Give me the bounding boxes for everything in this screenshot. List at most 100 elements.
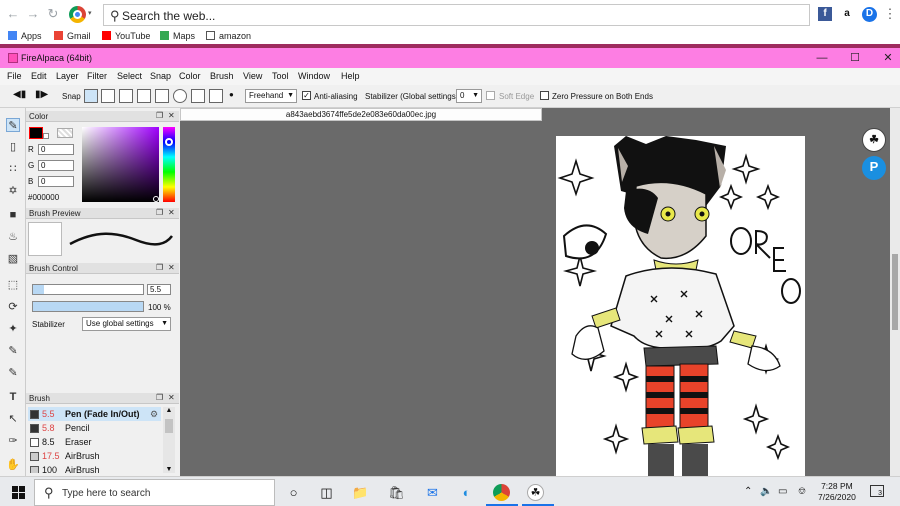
b-input[interactable]: 0 — [38, 176, 74, 187]
menu-view[interactable]: View — [243, 71, 262, 81]
soft-edge-checkbox[interactable] — [486, 91, 495, 100]
bookmark-maps[interactable]: Maps — [160, 31, 195, 41]
mode-select[interactable]: Freehand ▼ — [245, 89, 297, 103]
snap-radial-icon[interactable] — [155, 89, 169, 103]
browser-menu-icon[interactable]: ⋮ — [883, 7, 897, 21]
fill-rect-tool-icon[interactable]: ■ — [6, 208, 20, 222]
saturation-value-picker[interactable] — [82, 127, 159, 202]
bookmark-gmail[interactable]: Gmail — [54, 31, 91, 41]
network-icon[interactable]: ⎊ — [798, 486, 806, 497]
gradient-tool-icon[interactable]: ▧ — [6, 252, 20, 266]
snap-perspective-icon[interactable] — [137, 89, 151, 103]
select-eraser-tool-icon[interactable]: ✎ — [6, 366, 20, 380]
transparent-color-swatch[interactable] — [57, 128, 73, 138]
mail-icon[interactable]: ✉ — [424, 484, 441, 501]
eyedropper-tool-icon[interactable]: ✑ — [6, 434, 20, 448]
brush-list-scrollbar[interactable]: ▲ ▼ — [163, 407, 175, 473]
drawing-canvas[interactable] — [556, 136, 805, 476]
menu-layer[interactable]: Layer — [56, 71, 79, 81]
brush-item[interactable]: 100 AirBrush — [28, 463, 161, 473]
notification-center-icon[interactable]: 3 — [870, 485, 884, 497]
windows-start-icon[interactable] — [12, 486, 25, 499]
canvas-area[interactable]: a843aebd3674ffe5de2e083e60da00ec.jpg ☘ P — [180, 108, 900, 476]
panel-restore-icon[interactable]: ❐ — [156, 111, 163, 120]
brush-stabilizer-select[interactable]: Use global settings ▼ — [82, 317, 171, 331]
magic-wand-tool-icon[interactable]: ✦ — [6, 322, 20, 336]
edge-browser-icon[interactable]: ◐ — [458, 484, 475, 501]
move-tool-icon[interactable]: ✡ — [6, 184, 20, 198]
brush-opacity-slider[interactable] — [32, 301, 144, 312]
bookmark-apps[interactable]: Apps — [8, 31, 42, 41]
chrome-taskbar-icon[interactable] — [493, 484, 510, 501]
g-input[interactable]: 0 — [38, 160, 74, 171]
lasso-tool-icon[interactable]: ⟳ — [6, 300, 20, 314]
menu-brush[interactable]: Brush — [210, 71, 234, 81]
panel-restore-icon[interactable]: ❐ — [156, 263, 163, 272]
next-icon[interactable]: ▮▶ — [35, 89, 48, 100]
bookmark-amazon[interactable]: amazon — [206, 31, 251, 41]
primary-color-swatch[interactable] — [29, 127, 43, 139]
forward-arrow-icon[interactable]: → — [26, 7, 40, 21]
snap-parallel-icon[interactable] — [101, 89, 115, 103]
dot-icon[interactable]: ● — [229, 90, 234, 99]
menu-file[interactable]: File — [7, 71, 22, 81]
snap-curve-icon[interactable] — [191, 89, 205, 103]
taskbar-search-input[interactable]: ⚲ Type here to search — [34, 479, 275, 506]
stabilizer-select[interactable]: 0 ▼ — [456, 89, 482, 103]
chevron-up-icon[interactable]: ⌃ — [744, 486, 752, 497]
pen-tool-icon[interactable]: ✎ — [6, 118, 20, 132]
snap-circle-icon[interactable] — [173, 89, 187, 103]
file-tab[interactable]: a843aebd3674ffe5de2e083e60da00ec.jpg — [180, 108, 542, 121]
menu-tool[interactable]: Tool — [272, 71, 289, 81]
facebook-extension-icon[interactable]: f — [818, 7, 832, 21]
scrollbar-thumb[interactable] — [892, 254, 898, 330]
amazon-extension-icon[interactable]: a — [840, 7, 854, 21]
menu-filter[interactable]: Filter — [87, 71, 107, 81]
minimize-button[interactable]: — — [812, 51, 832, 65]
select-tool-icon[interactable]: ⬚ — [6, 278, 20, 292]
brush-settings-gear-icon[interactable]: ⚙ — [150, 407, 158, 421]
brush-size-slider[interactable] — [32, 284, 144, 295]
back-arrow-icon[interactable]: ← — [6, 7, 20, 21]
r-input[interactable]: 0 — [38, 144, 74, 155]
chevron-up-icon[interactable]: ▲ — [163, 407, 175, 414]
chrome-logo-icon[interactable] — [69, 6, 86, 23]
dot-tool-icon[interactable]: ∷ — [6, 162, 20, 176]
brush-item[interactable]: 17.5 AirBrush — [28, 449, 161, 463]
eraser-tool-icon[interactable]: ▯ — [6, 140, 20, 154]
chevron-down-icon[interactable]: ▾ — [88, 9, 92, 17]
color-picker-marker[interactable] — [153, 196, 159, 202]
file-explorer-icon[interactable]: 📁 — [352, 484, 369, 501]
select-pen-tool-icon[interactable]: ✎ — [6, 344, 20, 358]
panel-restore-icon[interactable]: ❐ — [156, 393, 163, 402]
hand-tool-icon[interactable]: ✋ — [6, 458, 20, 472]
canvas-vertical-scrollbar[interactable] — [890, 108, 900, 476]
battery-icon[interactable]: ▭ — [778, 486, 787, 497]
omnibox[interactable]: ⚲ Search the web... — [103, 4, 810, 26]
brush-item[interactable]: 5.8 Pencil — [28, 421, 161, 435]
zero-pressure-checkbox[interactable] — [540, 91, 549, 100]
close-button[interactable]: ✕ — [878, 51, 898, 65]
menu-snap[interactable]: Snap — [150, 71, 171, 81]
operation-tool-icon[interactable]: ↖ — [6, 412, 20, 426]
menu-edit[interactable]: Edit — [31, 71, 47, 81]
chevron-down-icon[interactable]: ▼ — [163, 466, 175, 473]
panel-close-icon[interactable]: ✕ — [168, 393, 175, 402]
secondary-color-swatch[interactable] — [43, 133, 49, 139]
bookmark-youtube[interactable]: YouTube — [102, 31, 150, 41]
anti-aliasing-checkbox[interactable]: ✓ — [302, 91, 311, 100]
maximize-button[interactable]: ☐ — [845, 51, 865, 65]
snap-off-icon[interactable] — [84, 89, 98, 103]
menu-window[interactable]: Window — [298, 71, 330, 81]
panel-close-icon[interactable]: ✕ — [168, 208, 175, 217]
snap-grid-icon[interactable] — [119, 89, 133, 103]
brush-size-value[interactable]: 5.5 — [147, 284, 171, 295]
alpaca-avatar-icon[interactable]: ☘ — [862, 128, 886, 152]
brush-item[interactable]: 5.5 Pen (Fade In/Out) ⚙ — [28, 407, 161, 421]
cortana-circle-icon[interactable]: ○ — [285, 484, 302, 501]
speaker-icon[interactable]: 🔈 — [760, 486, 772, 497]
microsoft-store-icon[interactable]: 🛍 — [388, 484, 405, 501]
task-view-icon[interactable]: ◫ — [318, 484, 335, 501]
text-tool-icon[interactable]: T — [6, 390, 20, 404]
panel-close-icon[interactable]: ✕ — [168, 111, 175, 120]
